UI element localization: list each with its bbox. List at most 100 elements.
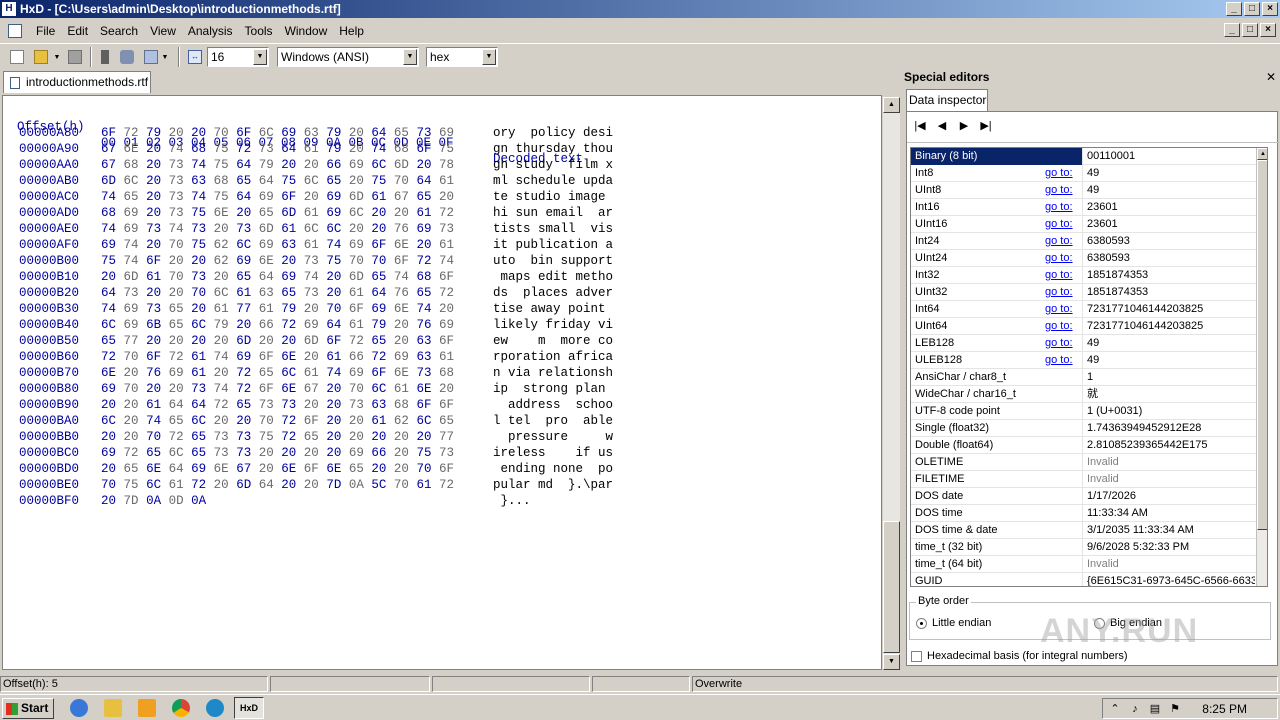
row-decoded-text[interactable]: uto bin support <box>493 253 613 269</box>
row-decoded-text[interactable]: l tel pro able <box>493 413 613 429</box>
row-bytes[interactable]: 69 72 65 6C 65 73 73 20 20 20 20 69 66 2… <box>101 445 454 461</box>
hex-byte[interactable]: 63 <box>191 174 206 188</box>
network-icon[interactable]: ▤ <box>1149 703 1161 715</box>
hex-byte[interactable]: 6F <box>349 302 364 316</box>
inspector-value[interactable]: 00110001 <box>1085 148 1255 164</box>
hex-byte[interactable]: 20 <box>281 478 296 492</box>
hex-row[interactable]: 00000B50 65 77 20 20 20 20 6D 20 20 6D 6F… <box>17 333 613 349</box>
inspector-row[interactable]: DOS time 11:33:34 AM <box>911 505 1267 522</box>
hex-byte[interactable]: 20 <box>146 158 161 172</box>
hex-byte[interactable]: 20 <box>394 462 409 476</box>
hex-byte[interactable]: 74 <box>326 366 341 380</box>
row-bytes[interactable]: 70 75 6C 61 72 20 6D 64 20 20 7D 0A 5C 7… <box>101 477 454 493</box>
row-bytes[interactable]: 67 68 20 73 74 75 64 79 20 20 66 69 6C 6… <box>101 157 454 173</box>
hex-byte[interactable]: 61 <box>304 238 319 252</box>
hex-byte[interactable]: 72 <box>101 350 116 364</box>
hex-byte[interactable]: 6D <box>281 206 296 220</box>
hex-byte[interactable]: 65 <box>169 302 184 316</box>
hex-byte[interactable]: 6D <box>304 334 319 348</box>
hex-byte[interactable]: 66 <box>326 158 341 172</box>
hex-byte[interactable]: 20 <box>304 158 319 172</box>
hex-byte[interactable]: 66 <box>349 350 364 364</box>
hex-byte[interactable]: 20 <box>394 318 409 332</box>
row-decoded-text[interactable]: address schoo <box>493 397 613 413</box>
inspector-value[interactable]: {6E615C31-6973-645C-6566-6633 <box>1085 573 1255 586</box>
hex-byte[interactable]: 63 <box>259 286 274 300</box>
row-decoded-text[interactable]: rporation africa <box>493 349 613 365</box>
hex-byte[interactable]: 64 <box>326 318 341 332</box>
hex-byte[interactable]: 6C <box>101 318 116 332</box>
inspector-row[interactable]: Int24 go to: 6380593 <box>911 233 1267 250</box>
hex-byte[interactable]: 70 <box>349 382 364 396</box>
hex-byte[interactable]: 62 <box>214 238 229 252</box>
hex-byte[interactable]: 6F <box>439 462 454 476</box>
hex-byte[interactable]: 20 <box>169 254 184 268</box>
hex-byte[interactable]: 68 <box>124 158 139 172</box>
hex-byte[interactable]: 0D <box>169 494 184 508</box>
row-bytes[interactable]: 68 69 20 73 75 6E 20 65 6D 61 69 6C 20 2… <box>101 205 454 221</box>
flag-icon[interactable]: ⚑ <box>1169 703 1181 715</box>
hex-byte[interactable]: 6E <box>394 238 409 252</box>
inspector-row[interactable]: FILETIME Invalid <box>911 471 1267 488</box>
hex-byte[interactable]: 73 <box>259 142 274 156</box>
inspector-value[interactable]: 7231771046144203825 <box>1085 301 1255 317</box>
hex-row[interactable]: 00000BA0 6C 20 74 65 6C 20 20 70 72 6F 20… <box>17 413 613 429</box>
hex-byte[interactable]: 69 <box>101 382 116 396</box>
hex-byte[interactable]: 20 <box>146 334 161 348</box>
hex-byte[interactable]: 63 <box>416 350 431 364</box>
row-bytes[interactable]: 6F 72 79 20 20 70 6F 6C 69 63 79 20 64 6… <box>101 125 454 141</box>
hex-byte[interactable]: 20 <box>169 126 184 140</box>
hex-byte[interactable]: 73 <box>236 222 251 236</box>
row-decoded-text[interactable]: ew m more co <box>493 333 613 349</box>
hex-byte[interactable]: 20 <box>214 478 229 492</box>
hex-byte[interactable]: 74 <box>124 254 139 268</box>
hex-byte[interactable]: 72 <box>169 430 184 444</box>
hex-byte[interactable]: 64 <box>416 174 431 188</box>
row-decoded-text[interactable]: ip strong plan <box>493 381 613 397</box>
hex-row[interactable]: 00000BB0 20 20 70 72 65 73 73 75 72 65 20… <box>17 429 613 445</box>
inspector-value[interactable]: 1/17/2026 <box>1085 488 1255 504</box>
hex-byte[interactable]: 65 <box>169 414 184 428</box>
hex-byte[interactable]: 20 <box>281 446 296 460</box>
hex-byte[interactable]: 65 <box>394 126 409 140</box>
hex-byte[interactable]: 78 <box>439 158 454 172</box>
hex-byte[interactable]: 75 <box>191 206 206 220</box>
inspector-value[interactable]: 就 <box>1085 386 1255 402</box>
hex-row[interactable]: 00000B80 69 70 20 20 73 74 72 6F 6E 67 20… <box>17 381 606 397</box>
hex-row[interactable]: 00000B90 20 20 61 64 64 72 65 73 73 20 20… <box>17 397 613 413</box>
hex-byte[interactable]: 6F <box>281 190 296 204</box>
hex-byte[interactable]: 65 <box>326 174 341 188</box>
row-bytes[interactable]: 69 70 20 20 73 74 72 6F 6E 67 20 70 6C 6… <box>101 381 454 397</box>
row-decoded-text[interactable]: gh study film x <box>493 157 613 173</box>
hex-byte[interactable]: 20 <box>326 430 341 444</box>
hex-byte[interactable]: 20 <box>326 270 341 284</box>
hex-byte[interactable]: 61 <box>146 270 161 284</box>
hex-byte[interactable]: 69 <box>259 238 274 252</box>
hex-row[interactable]: 00000BF0 20 7D 0A 0D 0A }... <box>17 493 531 509</box>
hex-byte[interactable]: 6C <box>281 366 296 380</box>
hex-byte[interactable]: 20 <box>304 190 319 204</box>
hex-byte[interactable]: 20 <box>304 478 319 492</box>
hex-byte[interactable]: 0A <box>191 494 206 508</box>
hex-row[interactable]: 00000AC0 74 65 20 73 74 75 64 69 6F 20 69… <box>17 189 606 205</box>
hex-byte[interactable]: 75 <box>326 254 341 268</box>
inspector-value[interactable]: 3/1/2035 11:33:34 AM <box>1085 522 1255 538</box>
hex-byte[interactable]: 79 <box>146 126 161 140</box>
hex-byte[interactable]: 65 <box>259 206 274 220</box>
hex-byte[interactable]: 73 <box>304 286 319 300</box>
hex-byte[interactable]: 20 <box>439 302 454 316</box>
child-close-button[interactable]: × <box>1260 23 1276 37</box>
scroll-up-arrow[interactable]: ▲ <box>1257 148 1267 160</box>
hex-byte[interactable]: 20 <box>124 398 139 412</box>
hex-byte[interactable]: 20 <box>191 302 206 316</box>
start-button[interactable]: Start <box>2 698 54 719</box>
hex-byte[interactable]: 20 <box>146 238 161 252</box>
hex-byte[interactable]: 6F <box>371 366 386 380</box>
row-decoded-text[interactable]: likely friday vi <box>493 317 613 333</box>
hex-byte[interactable]: 73 <box>146 222 161 236</box>
hex-byte[interactable]: 70 <box>124 350 139 364</box>
hex-byte[interactable]: 20 <box>236 414 251 428</box>
hex-byte[interactable]: 20 <box>326 286 341 300</box>
hex-byte[interactable]: 74 <box>124 238 139 252</box>
hex-byte[interactable]: 20 <box>146 190 161 204</box>
